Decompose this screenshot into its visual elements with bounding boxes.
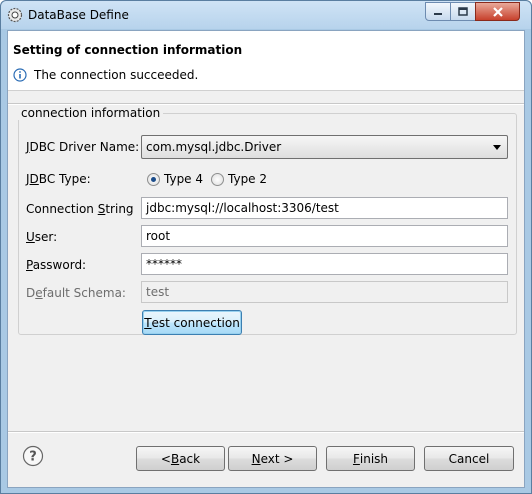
dialog-client-area: Setting of connection information The co… xyxy=(7,30,525,488)
radio-type-4[interactable]: Type 4 xyxy=(147,171,203,187)
finish-button[interactable]: Finish xyxy=(326,446,415,471)
radio-type-4-label: Type 4 xyxy=(164,172,204,186)
password-label: Password: xyxy=(26,258,87,272)
dialog-window: DataBase Define Setting of connection in… xyxy=(0,0,532,494)
title-bar[interactable]: DataBase Define xyxy=(1,1,531,29)
user-input[interactable]: root xyxy=(141,225,508,247)
window-title: DataBase Define xyxy=(28,8,129,22)
radio-type-2[interactable]: Type 2 xyxy=(211,171,267,187)
group-legend: connection information xyxy=(18,106,164,120)
jdbc-driver-name-label: JDBC Driver Name: xyxy=(26,140,140,154)
dialog-header: Setting of connection information The co… xyxy=(8,31,524,91)
radio-unchecked-icon xyxy=(211,172,224,186)
minimize-button[interactable] xyxy=(425,2,451,21)
chevron-down-icon xyxy=(493,145,501,150)
status-message: The connection succeeded. xyxy=(34,68,199,82)
info-icon xyxy=(13,68,27,82)
page-title: Setting of connection information xyxy=(13,43,243,57)
footer-separator xyxy=(8,431,524,433)
maximize-icon xyxy=(458,6,468,16)
close-button[interactable] xyxy=(475,2,520,21)
maximize-button[interactable] xyxy=(450,2,476,21)
jdbc-driver-value: com.mysql.jdbc.Driver xyxy=(146,140,282,154)
back-button[interactable]: < Back xyxy=(136,446,225,471)
jdbc-type-label: JDBC Type: xyxy=(26,172,91,186)
separator xyxy=(8,103,524,105)
svg-text:?: ? xyxy=(29,450,37,465)
minimize-icon xyxy=(434,12,442,15)
default-schema-label: Default Schema: xyxy=(26,286,126,300)
help-icon[interactable]: ? xyxy=(22,445,44,467)
next-button[interactable]: Next > xyxy=(228,446,317,471)
radio-checked-icon xyxy=(147,172,160,186)
radio-type-2-label: Type 2 xyxy=(228,172,268,186)
user-label: User: xyxy=(26,230,58,244)
connection-string-label: Connection String xyxy=(26,202,134,216)
password-input[interactable]: ****** xyxy=(141,253,508,275)
connection-string-input[interactable]: jdbc:mysql://localhost:3306/test xyxy=(141,197,508,219)
close-icon xyxy=(492,6,503,17)
gear-icon xyxy=(7,7,23,23)
cancel-button[interactable]: Cancel xyxy=(424,446,514,471)
default-schema-input[interactable]: test xyxy=(141,281,508,303)
test-connection-button[interactable]: Test connection xyxy=(142,310,242,335)
jdbc-driver-select[interactable]: com.mysql.jdbc.Driver xyxy=(141,135,508,159)
